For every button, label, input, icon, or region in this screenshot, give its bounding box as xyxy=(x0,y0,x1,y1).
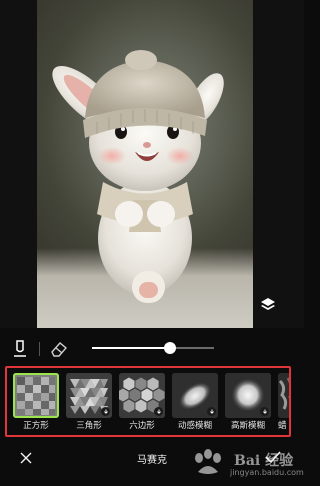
download-icon xyxy=(156,409,161,414)
effect-label: 三角形 xyxy=(76,421,102,431)
effect-label: 六边形 xyxy=(129,421,155,431)
effect-label: 正方形 xyxy=(23,421,49,431)
eraser-button[interactable] xyxy=(48,339,70,359)
slider-thumb[interactable] xyxy=(164,342,177,354)
brush-button[interactable] xyxy=(11,339,29,359)
effect-square[interactable]: 正方形 xyxy=(13,373,59,431)
square-mosaic-icon xyxy=(13,373,59,418)
brush-size-slider[interactable] xyxy=(92,340,214,356)
effect-thumb xyxy=(66,373,112,418)
bunny-illustration xyxy=(52,50,224,303)
effect-triangle[interactable]: 三角形 xyxy=(66,373,112,431)
eraser-icon xyxy=(51,342,67,357)
confirm-button[interactable] xyxy=(264,449,282,465)
download-icon xyxy=(209,409,214,414)
download-badge xyxy=(154,407,163,416)
effect-crayon[interactable]: 蜡 xyxy=(278,373,289,431)
baidu-paw-logo xyxy=(195,449,221,474)
bottom-bar: 马赛克 Bai 经验 jingyan.baidu.com xyxy=(0,440,304,486)
mosaic-effects-panel: 正方形 三角形 六边形 动感模糊 高斯模糊 蜡 xyxy=(5,366,291,437)
baidu-watermark: Bai 经验 jingyan.baidu.com xyxy=(190,448,304,480)
download-badge xyxy=(260,407,269,416)
effect-label: 蜡 xyxy=(278,421,287,431)
effect-thumb xyxy=(119,373,165,418)
editor-canvas[interactable] xyxy=(0,0,304,328)
effect-thumb xyxy=(172,373,218,418)
photo-bunny[interactable] xyxy=(37,0,253,328)
slider-fill xyxy=(92,347,171,349)
effect-motion-blur[interactable]: 动感模糊 xyxy=(172,373,218,431)
effect-hexagon[interactable]: 六边形 xyxy=(119,373,165,431)
check-icon xyxy=(265,451,281,464)
download-icon xyxy=(262,409,267,414)
effect-thumb xyxy=(225,373,271,418)
effect-thumb xyxy=(278,373,289,418)
download-icon xyxy=(103,409,108,414)
effect-label: 动感模糊 xyxy=(177,421,212,431)
download-badge xyxy=(101,407,110,416)
crayon-icon xyxy=(278,373,289,418)
tool-divider xyxy=(39,342,40,356)
effect-thumb xyxy=(13,373,59,418)
effect-gaussian-blur[interactable]: 高斯模糊 xyxy=(225,373,271,431)
effects-row: 正方形 三角形 六边形 动感模糊 高斯模糊 蜡 xyxy=(13,373,289,431)
effect-label: 高斯模糊 xyxy=(230,421,265,431)
brush-tool-row xyxy=(0,328,304,368)
layers-button[interactable] xyxy=(259,296,277,314)
download-badge xyxy=(207,407,216,416)
watermark-url: jingyan.baidu.com xyxy=(230,468,304,477)
brush-icon xyxy=(14,340,26,357)
layers-icon xyxy=(261,298,275,310)
